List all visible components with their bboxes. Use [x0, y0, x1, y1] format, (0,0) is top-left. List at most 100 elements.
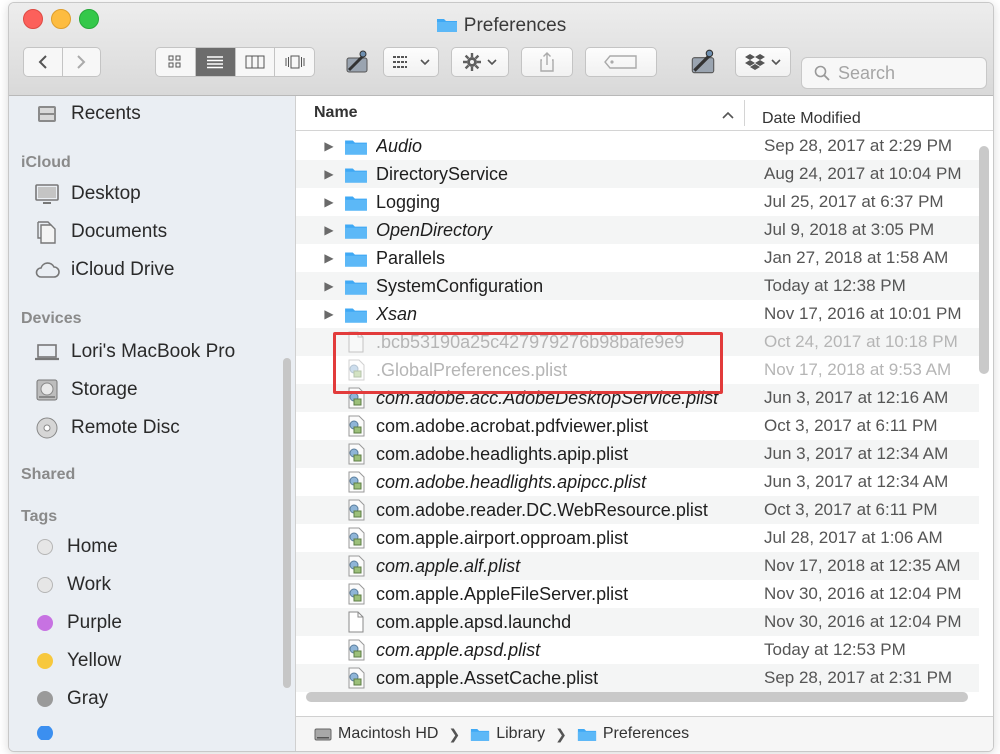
file-name: Xsan [376, 303, 418, 324]
sidebar-item-storage[interactable]: Storage [33, 378, 138, 402]
list-icon [207, 56, 224, 69]
laptop-icon [33, 340, 61, 364]
file-row[interactable]: com.apple.airport.opproam.plist Jul 28, 2… [296, 524, 979, 552]
sidebar-item-label: Remote Disc [71, 417, 180, 438]
file-row[interactable]: com.adobe.headlights.apip.plist Jun 3, 20… [296, 440, 979, 468]
sidebar-tag-partial[interactable] [33, 726, 67, 740]
file-row[interactable]: ▶ Audio Sep 28, 2017 at 2:29 PM [296, 132, 979, 160]
disclosure-triangle-icon[interactable]: ▶ [322, 223, 336, 237]
search-input[interactable] [836, 61, 970, 85]
path-item-macintosh-hd[interactable]: Macintosh HD [314, 725, 438, 743]
sidebar-item-desktop[interactable]: Desktop [33, 182, 141, 206]
file-date-modified: Sep 28, 2017 at 2:31 PM [764, 668, 953, 687]
sidebar-item-macbook[interactable]: Lori's MacBook Pro [33, 340, 235, 364]
sidebar-item-documents[interactable]: Documents [33, 220, 167, 244]
file-date-modified: Aug 24, 2017 at 10:04 PM [764, 164, 962, 183]
window-title: Preferences [9, 15, 993, 39]
cloud-icon [33, 258, 61, 282]
folder-icon [344, 164, 368, 184]
file-row[interactable]: com.adobe.reader.DC.WebResource.plist Oct… [296, 496, 979, 524]
file-row[interactable]: ▶ OpenDirectory Jul 9, 2018 at 3:05 PM [296, 216, 979, 244]
group-by-button[interactable] [383, 47, 439, 77]
list-view-button[interactable] [195, 48, 236, 76]
hard-drive-icon [314, 726, 332, 742]
sidebar-tag-home[interactable]: Home [33, 536, 118, 558]
path-bar: Macintosh HD ❯ Library ❯ Preferences [296, 716, 993, 751]
tag-color-dot [37, 653, 53, 669]
disclosure-triangle-icon[interactable]: ▶ [322, 251, 336, 265]
file-list-pane: Name Date Modified ▶ Audio Sep 28, 2017 at… [296, 96, 993, 751]
sidebar-item-label: Storage [71, 379, 138, 400]
file-row[interactable]: ▶ Logging Jul 25, 2017 at 6:37 PM [296, 188, 979, 216]
sidebar-tag-work[interactable]: Work [33, 574, 111, 596]
folder-icon [344, 220, 368, 240]
column-date-header[interactable]: Date Modified [762, 110, 861, 128]
sidebar-tag-gray[interactable]: Gray [33, 688, 108, 710]
chevron-down-icon [487, 59, 497, 66]
disclosure-triangle-icon[interactable]: ▶ [322, 279, 336, 293]
icon-view-button[interactable] [156, 48, 196, 76]
tag-icon [604, 55, 637, 69]
file-row[interactable]: com.apple.alf.plist Nov 17, 2018 at 12:35… [296, 552, 979, 580]
file-row[interactable]: com.apple.apsd.launchd Nov 30, 2016 at 12… [296, 608, 979, 636]
column-divider[interactable] [744, 100, 745, 126]
custom-action-button[interactable] [339, 47, 375, 77]
file-row[interactable]: com.adobe.headlights.apipcc.plist Jun 3, … [296, 468, 979, 496]
file-row[interactable]: ▶ Parallels Jan 27, 2018 at 1:58 AM [296, 244, 979, 272]
cover-flow-button[interactable] [275, 48, 314, 76]
sidebar-item-label: iCloud Drive [71, 259, 175, 280]
forward-button[interactable] [63, 48, 101, 76]
sort-ascending-icon[interactable] [722, 108, 734, 122]
disclosure-triangle-icon[interactable]: ▶ [322, 167, 336, 181]
folder-icon [344, 304, 368, 324]
file-name: OpenDirectory [376, 219, 493, 240]
plist-file-icon [344, 667, 368, 689]
sidebar-tag-purple[interactable]: Purple [33, 612, 122, 634]
disclosure-triangle-icon[interactable]: ▶ [322, 139, 336, 153]
nav-buttons [23, 47, 101, 77]
action-menu-button[interactable] [451, 47, 509, 77]
sidebar-item-remote-disc[interactable]: Remote Disc [33, 416, 180, 440]
disclosure-triangle-icon[interactable]: ▶ [322, 195, 336, 209]
column-view-button[interactable] [236, 48, 276, 76]
file-date-modified: Today at 12:38 PM [764, 276, 906, 295]
file-name: com.adobe.reader.DC.WebResource.plist [376, 499, 708, 520]
document-icon [344, 611, 368, 633]
file-row[interactable]: ▶ SystemConfiguration Today at 12:38 PM [296, 272, 979, 300]
plist-file-icon [344, 415, 368, 437]
sidebar-header-shared: Shared [21, 466, 76, 483]
chevron-down-icon [420, 59, 430, 66]
vertical-scrollbar[interactable] [979, 146, 989, 374]
back-button[interactable] [24, 48, 63, 76]
file-row[interactable]: ▶ Xsan Nov 17, 2016 at 10:01 PM [296, 300, 979, 328]
file-row[interactable]: ▶ DirectoryService Aug 24, 2017 at 10:04 P… [296, 160, 979, 188]
search-field[interactable] [801, 57, 987, 89]
recents-icon [33, 102, 61, 126]
path-item-preferences[interactable]: Preferences [577, 725, 689, 743]
custom-action-button-2[interactable] [683, 47, 723, 77]
disclosure-triangle-icon[interactable]: ▶ [322, 307, 336, 321]
path-separator-icon: ❯ [555, 725, 567, 742]
share-button[interactable] [521, 47, 573, 77]
file-row[interactable]: com.apple.AppleFileServer.plist Nov 30, 2… [296, 580, 979, 608]
folder-icon [577, 726, 597, 742]
file-row[interactable]: com.adobe.acrobat.pdfviewer.plist Oct 3, … [296, 412, 979, 440]
tag-color-dot [37, 539, 53, 555]
file-row[interactable]: com.apple.apsd.plist Today at 12:53 PM [296, 636, 979, 664]
path-item-library[interactable]: Library [470, 725, 545, 743]
sidebar-item-label: Home [67, 536, 118, 557]
file-row[interactable]: com.apple.AssetCache.plist Sep 28, 2017 a… [296, 664, 979, 692]
dropbox-button[interactable] [735, 47, 791, 77]
folder-icon [344, 276, 368, 296]
file-name: com.adobe.headlights.apipcc.plist [376, 471, 647, 492]
horizontal-scrollbar[interactable] [306, 692, 968, 702]
sidebar-tag-yellow[interactable]: Yellow [33, 650, 121, 672]
file-name: DirectoryService [376, 163, 509, 184]
column-name-header[interactable]: Name [314, 104, 358, 122]
sidebar-header-tags: Tags [21, 508, 58, 525]
file-name: com.adobe.acrobat.pdfviewer.plist [376, 415, 649, 436]
sidebar-item-recents[interactable]: Recents [33, 102, 141, 126]
sidebar-scrollbar[interactable] [283, 358, 291, 688]
sidebar-item-icloud-drive[interactable]: iCloud Drive [33, 258, 174, 282]
tags-button[interactable] [585, 47, 657, 77]
